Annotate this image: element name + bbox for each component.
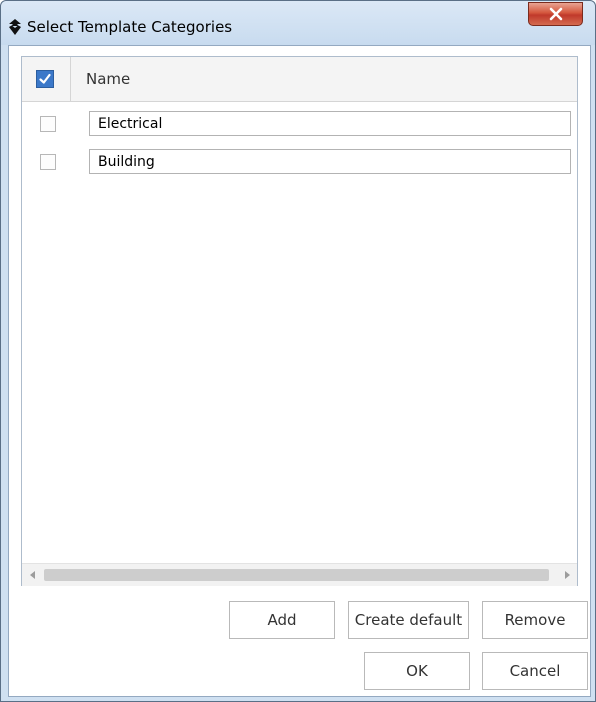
category-name-input[interactable] bbox=[89, 111, 571, 136]
row-checkbox[interactable] bbox=[40, 116, 56, 132]
checkmark-icon bbox=[39, 73, 51, 84]
table-row bbox=[22, 145, 577, 183]
ok-button[interactable]: OK bbox=[364, 652, 470, 690]
scroll-left-icon[interactable] bbox=[30, 571, 35, 579]
dialog-body: Name Add Create default Remove OK Cancel bbox=[8, 45, 591, 697]
select-all-checkbox[interactable] bbox=[36, 70, 54, 88]
add-button[interactable]: Add bbox=[229, 601, 335, 639]
horizontal-scrollbar[interactable] bbox=[22, 563, 577, 586]
column-separator bbox=[70, 57, 71, 101]
close-icon bbox=[549, 7, 563, 21]
dialog-title: Select Template Categories bbox=[27, 18, 233, 36]
column-header-name[interactable]: Name bbox=[86, 69, 130, 89]
categories-grid: Name bbox=[21, 56, 578, 586]
scrollbar-thumb[interactable] bbox=[44, 569, 549, 581]
category-name-input[interactable] bbox=[89, 149, 571, 174]
close-button[interactable] bbox=[528, 2, 583, 26]
scroll-right-icon[interactable] bbox=[565, 571, 570, 579]
title-bar[interactable]: Select Template Categories bbox=[1, 1, 595, 45]
app-logo-icon bbox=[9, 19, 21, 35]
cancel-button[interactable]: Cancel bbox=[482, 652, 588, 690]
create-default-button[interactable]: Create default bbox=[348, 601, 469, 639]
dialog-window: Select Template Categories Name Electric… bbox=[0, 0, 596, 702]
grid-header: Name bbox=[22, 57, 577, 102]
row-checkbox[interactable] bbox=[40, 154, 56, 170]
table-row bbox=[22, 107, 577, 145]
remove-button[interactable]: Remove bbox=[482, 601, 588, 639]
